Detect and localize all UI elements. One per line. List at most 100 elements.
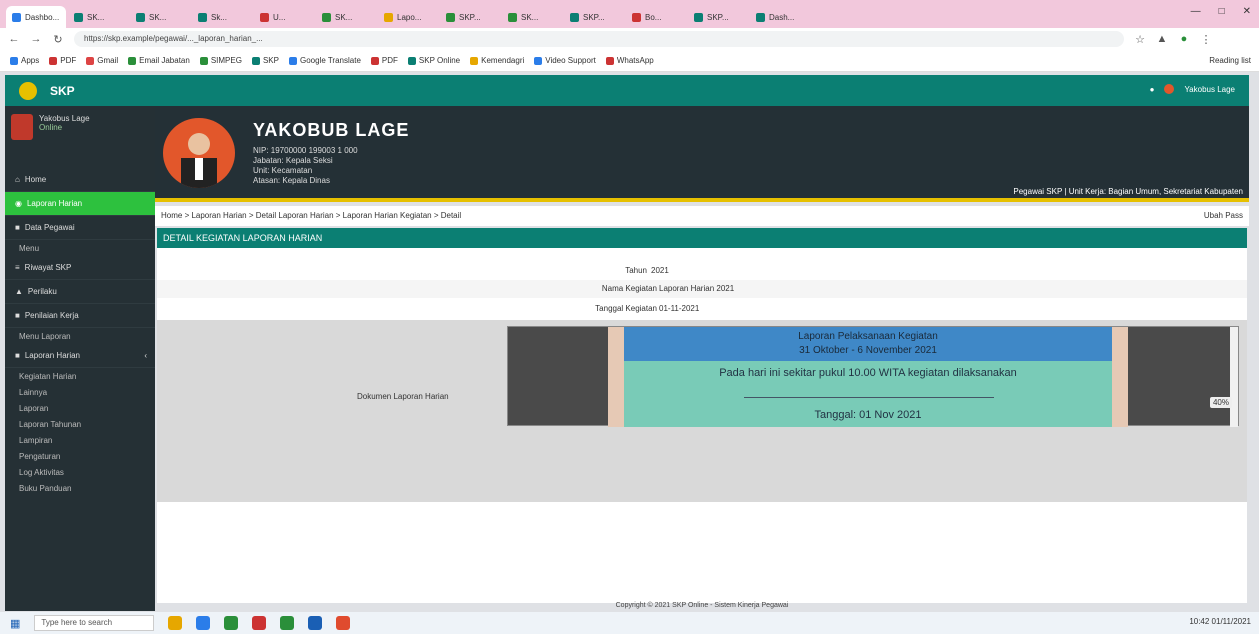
bookmark-label: Google Translate (299, 56, 361, 65)
breadcrumb: Home > Laporan Harian > Detail Laporan H… (155, 206, 1249, 226)
user-menu[interactable]: ● Yakobus Lage (1150, 84, 1235, 94)
pdf-scrollbar[interactable] (1230, 327, 1238, 427)
back-icon[interactable]: ← (8, 33, 20, 45)
browser-tab-strip: Dashbo... SK... SK... Sk... U... SK... L… (0, 0, 1259, 28)
sidebar-subitem[interactable]: Laporan Tahunan (5, 416, 155, 432)
bookmark-icon (49, 56, 58, 65)
forward-icon[interactable]: → (30, 33, 42, 45)
windows-start-icon[interactable]: ▦ (10, 617, 20, 630)
taskbar-app-icon[interactable] (252, 616, 267, 630)
chevron-down-icon: ‹ (144, 351, 147, 360)
browser-tab[interactable]: Dash... (750, 6, 810, 28)
breadcrumb-path[interactable]: Home > Laporan Harian > Detail Laporan H… (161, 211, 461, 220)
taskbar-search-input[interactable]: Type here to search (34, 615, 155, 631)
sidebar-subitem[interactable]: Buku Panduan (5, 480, 155, 496)
bookmark-label: Apps (21, 56, 40, 65)
bookmark-item[interactable]: PDF (49, 56, 76, 65)
bookmark-item[interactable]: Video Support (534, 56, 596, 65)
menu-icon[interactable]: ⋮ (1200, 33, 1212, 46)
tab-favicon-icon (198, 12, 207, 22)
taskbar-app-icon[interactable] (280, 616, 295, 630)
pdf-viewer[interactable]: Laporan Pelaksanaan Kegiatan 31 Oktober … (507, 326, 1239, 427)
browser-tab[interactable]: U... (254, 6, 314, 28)
browser-tab[interactable]: SKP... (688, 6, 748, 28)
sidebar-subitem[interactable]: Lampiran (5, 432, 155, 448)
sidebar-subitem[interactable]: Pengaturan (5, 448, 155, 464)
pdf-divider (744, 397, 994, 398)
browser-tab[interactable]: Sk... (192, 6, 252, 28)
browser-tab[interactable]: Lapo... (378, 6, 438, 28)
sidebar-item-label: Perilaku (27, 287, 57, 296)
bell-icon[interactable]: ● (1150, 85, 1155, 94)
sidebar-subitem[interactable]: Kegiatan Harian (5, 368, 155, 384)
sidebar-section-header: Menu (19, 243, 40, 253)
tab-favicon-icon (446, 12, 455, 22)
sidebar-item-perilaku[interactable]: ▲ Perilaku (5, 280, 155, 304)
tab-title: Lapo... (397, 12, 422, 22)
taskbar-app-icon[interactable] (168, 616, 183, 630)
close-icon[interactable]: ✕ (1243, 6, 1251, 17)
bookmark-icon (605, 56, 614, 65)
browser-tab[interactable]: SK... (316, 6, 376, 28)
sidebar-item-laporan-harian[interactable]: ◉ Laporan Harian (5, 192, 155, 216)
window-controls: — □ ✕ (1191, 6, 1251, 17)
star-icon[interactable]: ☆ (1134, 33, 1146, 46)
sidebar-item-penilaian[interactable]: ■ Penilaian Kerja (5, 304, 155, 328)
avatar (1164, 84, 1175, 94)
bookmark-item[interactable]: PDF (370, 56, 398, 65)
sidebar-item-data-pegawai[interactable]: ■ Data Pegawai (5, 216, 155, 240)
sidebar-subitem[interactable]: Lainnya (5, 384, 155, 400)
sidebar-item-home[interactable]: ⌂ Home (5, 168, 155, 192)
bookmark-item[interactable]: Kemendagri (470, 56, 524, 65)
bookmark-item[interactable]: SKP (251, 56, 279, 65)
browser-tab[interactable]: SK... (130, 6, 190, 28)
taskbar-app-icon[interactable] (308, 616, 323, 630)
tab-title: Dashbo... (25, 12, 60, 22)
sidebar-item-label: Home (24, 175, 47, 184)
tab-title: SK... (87, 12, 105, 22)
minimize-icon[interactable]: — (1191, 6, 1201, 17)
tab-favicon-icon (570, 12, 579, 22)
sidebar-user-status: Online (39, 123, 63, 132)
extensions-icon[interactable]: ▲ (1156, 33, 1168, 45)
browser-tab[interactable]: SK... (68, 6, 128, 28)
change-password-link[interactable]: Ubah Pass (1204, 211, 1243, 220)
system-clock[interactable]: 10:42 01/11/2021 (1189, 617, 1251, 626)
browser-tab[interactable]: SKP... (564, 6, 624, 28)
field-value: Laporan Harian 2021 (659, 284, 735, 293)
browser-tab[interactable]: Dashbo... (6, 6, 66, 28)
bookmark-item[interactable]: Google Translate (288, 56, 361, 65)
tab-favicon-icon (756, 12, 765, 22)
edit-icon: ■ (15, 311, 20, 320)
bookmark-item[interactable]: Gmail (86, 56, 118, 65)
url-input[interactable]: https://skp.example/pegawai/..._laporan_… (74, 31, 1124, 47)
bookmark-label: Kemendagri (481, 56, 525, 65)
bookmark-icon (470, 56, 479, 65)
taskbar-app-icon[interactable] (196, 616, 211, 630)
browser-tab[interactable]: SKP... (440, 6, 500, 28)
profile-icon[interactable]: ● (1178, 33, 1190, 45)
sidebar-subitem[interactable]: Log Aktivitas (5, 464, 155, 480)
browser-tab[interactable]: SK... (502, 6, 562, 28)
pdf-text-line: Laporan Pelaksanaan Kegiatan (798, 331, 938, 342)
maximize-icon[interactable]: □ (1219, 6, 1225, 17)
browser-tab[interactable]: Bo... (626, 6, 686, 28)
zoom-indicator[interactable]: 40% (1209, 397, 1232, 408)
sidebar-item-riwayat-skp[interactable]: ≡ Riwayat SKP (5, 256, 155, 280)
tab-favicon-icon (632, 12, 641, 22)
app-brand[interactable]: SKP (50, 84, 75, 98)
sidebar-subitem[interactable]: Laporan (5, 400, 155, 416)
tab-title: SK... (521, 12, 539, 22)
sidebar-item-laporan-group[interactable]: ■ Laporan Harian ‹ (5, 344, 155, 368)
bookmark-item[interactable]: SIMPEG (199, 56, 242, 65)
reload-icon[interactable]: ↻ (52, 33, 64, 46)
taskbar-app-icon[interactable] (336, 616, 351, 630)
reading-list-button[interactable]: Reading list (1209, 56, 1259, 65)
bookmark-item[interactable]: Apps (10, 56, 39, 65)
file-icon: ◉ (15, 199, 22, 208)
app-logo-icon (19, 82, 37, 100)
bookmark-item[interactable]: SKP Online (407, 56, 460, 65)
bookmark-item[interactable]: WhatsApp (605, 56, 654, 65)
taskbar-app-icon[interactable] (224, 616, 239, 630)
bookmark-item[interactable]: Email Jabatan (128, 56, 190, 65)
